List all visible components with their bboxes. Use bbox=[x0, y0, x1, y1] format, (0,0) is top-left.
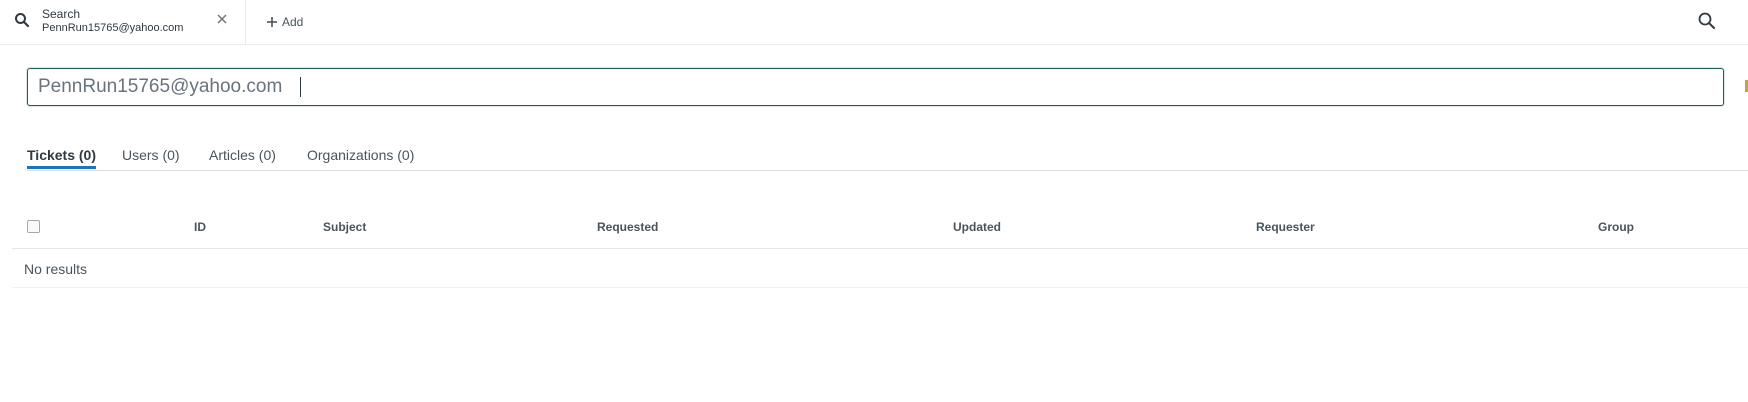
result-tabs: Tickets (0) Users (0) Articles (0) Organ… bbox=[27, 146, 1748, 171]
table-header: ID Subject Requested Updated Requester G… bbox=[12, 212, 1748, 249]
tab-title: Search bbox=[42, 7, 81, 21]
table-row: No results bbox=[12, 249, 1748, 288]
column-header-subject[interactable]: Subject bbox=[323, 220, 366, 234]
tab-articles[interactable]: Articles (0) bbox=[209, 146, 276, 168]
no-results-message: No results bbox=[24, 261, 88, 277]
search-box bbox=[27, 68, 1724, 106]
column-header-requester[interactable]: Requester bbox=[1256, 220, 1315, 234]
close-icon[interactable] bbox=[214, 11, 230, 27]
search-icon[interactable] bbox=[1697, 11, 1717, 31]
column-header-id[interactable]: ID bbox=[194, 220, 206, 234]
search-input[interactable] bbox=[38, 69, 1708, 105]
tab-organizations[interactable]: Organizations (0) bbox=[307, 146, 414, 168]
top-tab-bar: Search PennRun15765@yahoo.com Add bbox=[0, 0, 1748, 45]
tab-search[interactable]: Search PennRun15765@yahoo.com bbox=[0, 0, 246, 44]
column-header-group[interactable]: Group bbox=[1598, 220, 1634, 234]
add-tab-button[interactable]: Add bbox=[266, 12, 303, 32]
column-header-requested[interactable]: Requested bbox=[597, 220, 658, 234]
search-icon bbox=[15, 13, 30, 28]
select-all-checkbox[interactable] bbox=[27, 220, 40, 233]
tab-tickets[interactable]: Tickets (0) bbox=[27, 146, 96, 169]
text-caret bbox=[300, 77, 301, 97]
tab-subtitle: PennRun15765@yahoo.com bbox=[42, 22, 184, 34]
add-tab-label: Add bbox=[282, 15, 304, 29]
plus-icon bbox=[267, 17, 277, 27]
tab-users[interactable]: Users (0) bbox=[122, 146, 180, 168]
column-header-updated[interactable]: Updated bbox=[953, 220, 1001, 234]
